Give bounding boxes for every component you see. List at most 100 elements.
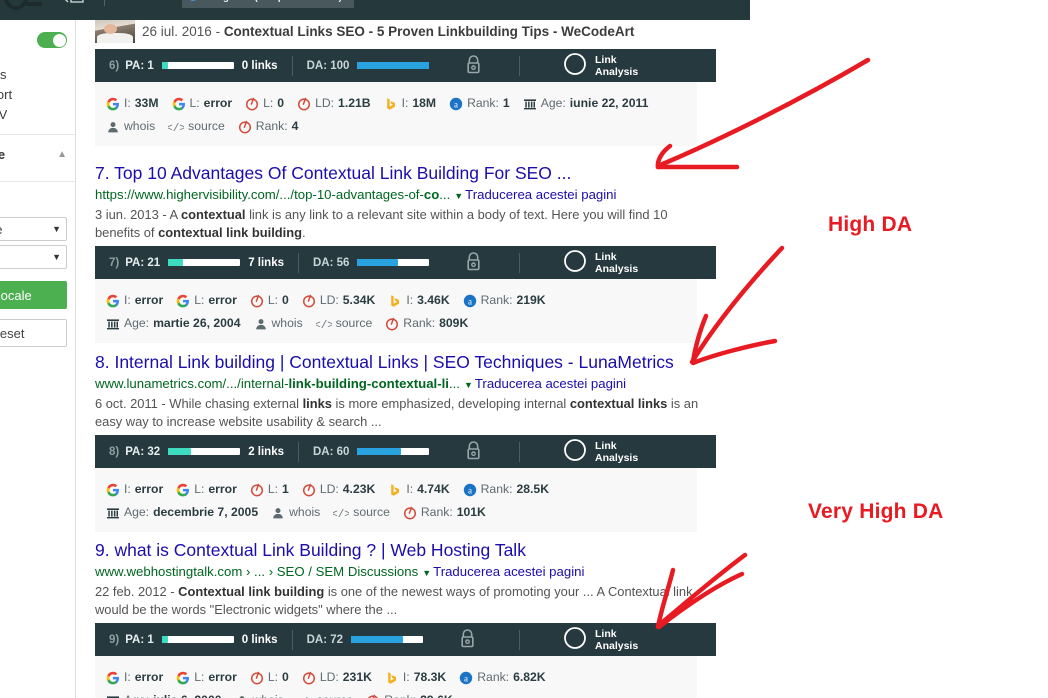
metric-label: Rank: — [403, 312, 435, 334]
sidebar-link-parameters[interactable]: arameters — [0, 65, 75, 85]
metric-chip[interactable]: LD: 1.21B — [297, 92, 371, 114]
metric-chip[interactable]: L: error — [172, 92, 233, 114]
metric-chip[interactable]: L: 0 — [250, 666, 289, 688]
metric-chip[interactable]: aRank: 219K — [463, 289, 546, 311]
metric-chip[interactable]: L: error — [176, 478, 237, 500]
result-url[interactable]: www.lunametrics.com/.../internal- — [95, 376, 288, 391]
metric-chip[interactable]: whois — [254, 312, 303, 334]
metric-chip[interactable]: </>source — [316, 312, 373, 334]
metric-chip[interactable]: LD: 231K — [302, 666, 372, 688]
metric-chip[interactable]: aRank: 28.5K — [463, 478, 549, 500]
metric-chip[interactable]: L: error — [176, 289, 237, 311]
metric-label: I: — [406, 289, 413, 311]
country-select[interactable]: ed State ▼ — [0, 217, 67, 241]
metric-chip[interactable]: whois — [106, 115, 155, 137]
metric-label: I: — [124, 666, 131, 688]
app-topbar: Google SE (non personalizate) — [0, 0, 750, 20]
lock-icon[interactable] — [465, 251, 482, 275]
person-icon — [254, 316, 268, 330]
metric-chip[interactable]: </>source — [168, 115, 225, 137]
metric-chip[interactable]: I: 3.46K — [388, 289, 449, 311]
metric-value: iulie 6, 2000 — [153, 689, 221, 698]
google-icon — [106, 670, 120, 684]
serp-tab-google[interactable]: Google SE (non personalizate) — [182, 0, 354, 8]
page-authority-label: PA: 21 — [125, 257, 160, 269]
metric-label: L: — [194, 289, 204, 311]
metric-chip[interactable]: L: error — [176, 666, 237, 688]
metric-chip[interactable]: aRank: 6.82K — [459, 666, 545, 688]
metric-label: Age: — [541, 92, 566, 114]
result-title-link[interactable]: 7. Top 10 Advantages Of Contextual Link … — [95, 163, 716, 184]
result-header-text[interactable]: 26 iul. 2016 - Contextual Links SEO - 5 … — [142, 24, 634, 39]
metric-chip[interactable]: aRank: 1 — [449, 92, 510, 114]
seoquake-enable-toggle[interactable] — [37, 32, 67, 48]
url-dropdown-icon[interactable]: ▼ — [454, 191, 463, 201]
metric-label: Rank: — [467, 92, 499, 114]
metric-chip[interactable]: Age: iunie 22, 2011 — [523, 92, 649, 114]
set-locale-button[interactable]: et locale — [0, 281, 67, 309]
page-authority-label: PA: 1 — [125, 634, 154, 646]
sidebar-link-serp-report[interactable]: ERP report — [0, 85, 75, 105]
metric-chip[interactable]: Age: martie 26, 2004 — [106, 312, 241, 334]
metric-chip[interactable]: I: error — [106, 289, 163, 311]
metric-chip[interactable]: Age: iulie 6, 2000 — [106, 689, 222, 698]
metric-chip[interactable]: I: 33M — [106, 92, 159, 114]
metric-chip[interactable]: </>source — [297, 689, 354, 698]
metric-chip[interactable]: Rank: 809K — [385, 312, 468, 334]
domain-authority-bar — [357, 259, 429, 266]
metric-chip[interactable]: Rank: 4 — [238, 115, 299, 137]
metric-chip[interactable]: I: 18M — [384, 92, 437, 114]
compass-icon — [563, 438, 587, 465]
metric-chip[interactable]: LD: 4.23K — [302, 478, 376, 500]
translate-page-link[interactable]: Traducerea acestei pagini — [433, 564, 584, 579]
metric-chip[interactable]: whois — [271, 501, 320, 523]
link-analysis-line2: Analysis — [595, 66, 638, 78]
reset-button[interactable]: Reset — [0, 319, 67, 347]
ring-icon — [302, 293, 316, 307]
lock-icon[interactable] — [465, 54, 482, 78]
metric-chip[interactable]: </>source — [333, 501, 390, 523]
metric-chip[interactable]: Rank: 101K — [403, 501, 486, 523]
metric-chip[interactable]: I: 4.74K — [388, 478, 449, 500]
sidebar-toggle-row[interactable]: quake — [0, 25, 75, 55]
result-url[interactable]: www.webhostingtalk.com › ... › SEO / SEM… — [95, 564, 418, 579]
result-header-line: 26 iul. 2016 - Contextual Links SEO - 5 … — [95, 20, 716, 43]
metric-chip[interactable]: LD: 5.34K — [302, 289, 376, 311]
sidebar-section-this-page[interactable]: this page ▲ — [0, 135, 75, 172]
sidebar-link-export-csv[interactable]: xport CSV — [0, 105, 75, 125]
result-url[interactable]: https://www.highervisibility.com/.../top… — [95, 187, 424, 202]
link-analysis-line1: Link — [595, 440, 617, 452]
links-count: 0 links — [242, 60, 278, 72]
metric-chip[interactable]: I: error — [106, 478, 163, 500]
sidebar-subsection-locale[interactable]: le ▼ — [0, 182, 75, 213]
link-analysis-button[interactable]: LinkAnalysis — [563, 249, 638, 276]
snippet-date: 6 oct. 2011 - — [95, 396, 169, 411]
translate-page-link[interactable]: Traducerea acestei pagini — [465, 187, 616, 202]
seoquake-logo-icon — [2, 0, 46, 12]
metric-chip[interactable]: L: 1 — [250, 478, 289, 500]
metric-chip[interactable]: I: 78.3K — [385, 666, 446, 688]
link-analysis-button[interactable]: LinkAnalysis — [563, 626, 638, 653]
translate-page-link[interactable]: Traducerea acestei pagini — [475, 376, 626, 391]
links-count: 0 links — [242, 634, 278, 646]
metric-chip[interactable]: L: 0 — [245, 92, 284, 114]
url-dropdown-icon[interactable]: ▼ — [422, 568, 431, 578]
metric-chip[interactable]: whois — [235, 689, 284, 698]
link-analysis-button[interactable]: LinkAnalysis — [563, 52, 638, 79]
metric-chip[interactable]: Rank: 29.6K — [366, 689, 452, 698]
window-restore-icon[interactable] — [60, 0, 86, 11]
result-title-link[interactable]: 8. Internal Link building | Contextual L… — [95, 352, 716, 373]
bar-divider — [298, 253, 299, 273]
url-dropdown-icon[interactable]: ▼ — [464, 380, 473, 390]
seo-metrics-bar: 8)PA: 322 linksDA: 60LinkAnalysis — [95, 435, 716, 468]
metric-chip[interactable]: I: error — [106, 666, 163, 688]
metric-chip[interactable]: L: 0 — [250, 289, 289, 311]
serp-result: 26 iul. 2016 - Contextual Links SEO - 5 … — [95, 20, 716, 146]
lock-icon[interactable] — [465, 440, 482, 464]
language-select[interactable]: ish ▼ — [0, 245, 67, 269]
result-title-link[interactable]: 9. what is Contextual Link Building ? | … — [95, 540, 716, 561]
google-icon — [176, 482, 190, 496]
metric-chip[interactable]: Age: decembrie 7, 2005 — [106, 501, 258, 523]
link-analysis-button[interactable]: LinkAnalysis — [563, 438, 638, 465]
lock-icon[interactable] — [459, 628, 476, 652]
